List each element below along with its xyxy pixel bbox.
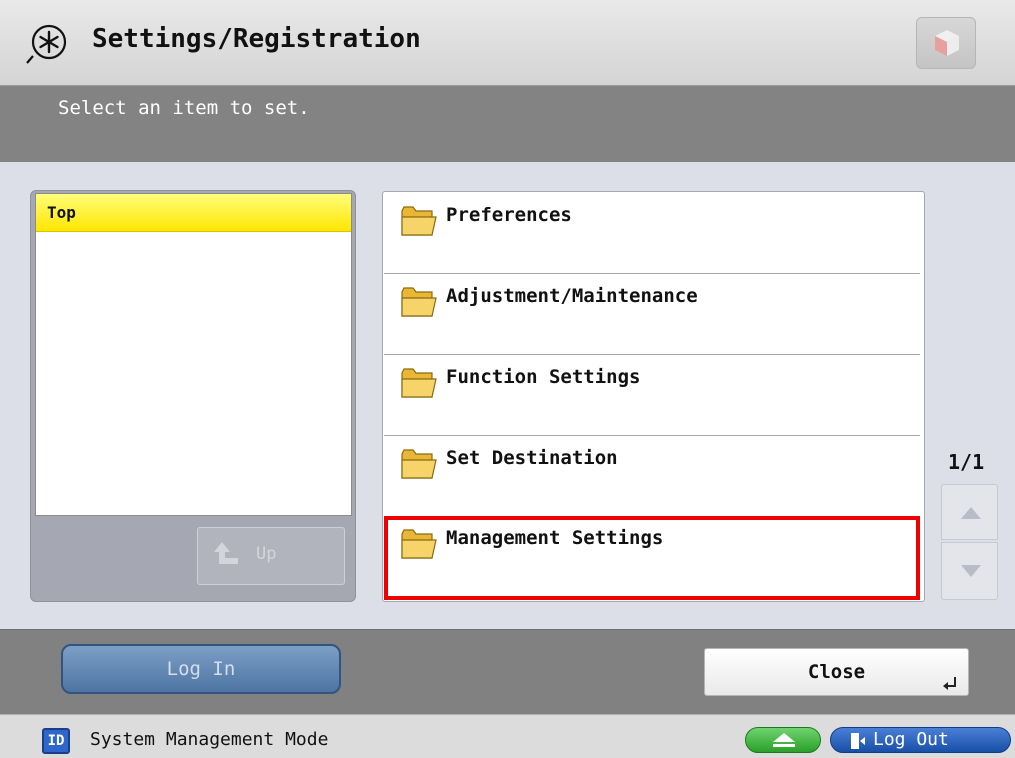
log-out-label: Log Out <box>873 729 949 750</box>
eject-button[interactable] <box>745 727 821 753</box>
cube-button[interactable] <box>916 17 976 69</box>
menu-item-label: Set Destination <box>446 447 618 469</box>
page-down-button[interactable] <box>941 542 998 600</box>
log-out-button[interactable]: Log Out <box>830 727 1011 753</box>
close-button-label: Close <box>807 661 866 683</box>
folder-icon <box>400 528 438 560</box>
id-icon: ID <box>42 728 70 754</box>
menu-item-set-destination[interactable]: Set Destination <box>384 436 920 518</box>
menu-item-function-settings[interactable]: Function Settings <box>384 355 920 437</box>
mode-text: System Management Mode <box>90 729 329 750</box>
up-button-label: Up <box>256 544 277 564</box>
enter-icon <box>942 663 958 709</box>
page-counter: 1/1 <box>948 450 985 474</box>
menu-item-management-settings[interactable]: Management Settings <box>384 516 920 600</box>
menu-item-label: Adjustment/Maintenance <box>446 285 698 307</box>
folder-icon <box>400 448 438 480</box>
menu-item-preferences[interactable]: Preferences <box>384 193 920 275</box>
folder-icon <box>400 286 438 318</box>
triangle-down-icon <box>961 565 981 577</box>
instruction-text: Select an item to set. <box>58 97 310 119</box>
settings-asterisk-icon <box>24 20 70 66</box>
breadcrumb-list <box>35 193 352 516</box>
close-button[interactable]: Close <box>704 648 969 696</box>
eject-icon <box>773 733 795 742</box>
folder-icon <box>400 205 438 237</box>
menu-item-adjustment-maintenance[interactable]: Adjustment/Maintenance <box>384 274 920 356</box>
page-title: Settings/Registration <box>92 24 421 54</box>
menu-item-label: Preferences <box>446 204 572 226</box>
up-arrow-icon <box>214 540 242 573</box>
triangle-up-icon <box>961 507 981 519</box>
menu-item-label: Management Settings <box>446 527 664 549</box>
log-in-button[interactable]: Log In <box>61 644 341 694</box>
page-up-button[interactable] <box>941 484 998 540</box>
breadcrumb-item-top[interactable]: Top <box>36 194 351 232</box>
folder-icon <box>400 367 438 399</box>
cube-icon <box>935 30 959 56</box>
up-button[interactable]: Up <box>197 527 345 585</box>
door-exit-icon <box>850 732 868 755</box>
menu-item-label: Function Settings <box>446 366 641 388</box>
